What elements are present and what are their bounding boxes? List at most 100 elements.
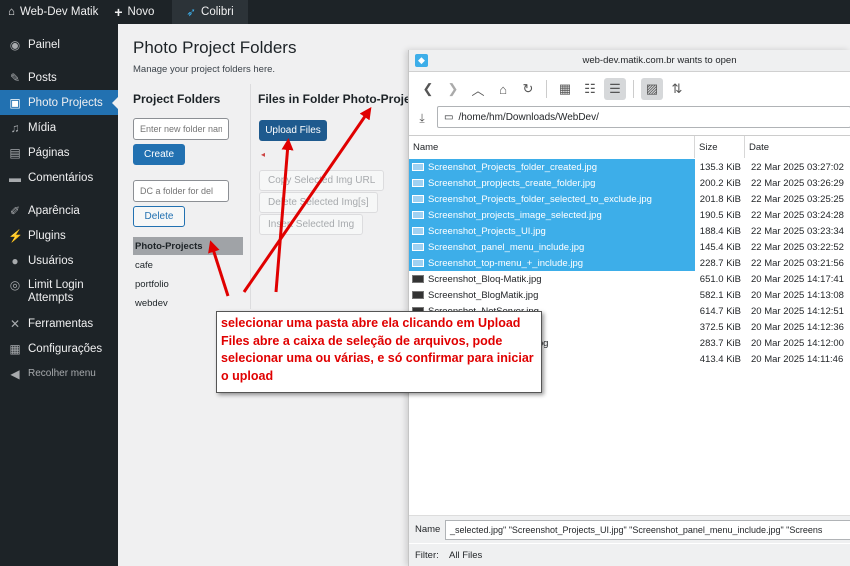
file-row[interactable]: Screenshot_Bloq-Matik.jpg 651.0 KiB 20 Mar… [409,271,850,287]
new-folder-input[interactable] [133,118,229,140]
menu-label: Comentários [28,171,94,184]
menu-painel[interactable]: ◉ Painel [0,32,118,57]
colibri-menu[interactable]: ➶ Colibri [172,0,248,24]
file-size: 413.4 KiB [699,353,741,365]
back-icon[interactable]: ❮ [417,78,439,100]
app-icon: ◆ [415,54,428,67]
menu-collapse[interactable]: ◀ Recolher menu [0,361,118,386]
filter-bar: Filter: All Files [409,544,850,566]
menu-aparencia[interactable]: ✐ Aparência [0,198,118,223]
folder-item[interactable]: webdev [133,294,243,312]
file-row[interactable]: Screenshot_Projects_UI.jpg 188.4 KiB 22 Ma… [409,223,850,239]
menu-paginas[interactable]: ▤ Páginas [0,140,118,165]
column-name-header[interactable]: Name [409,136,695,158]
project-folders-heading: Project Folders [133,92,221,106]
copy-url-button[interactable]: Copy Selected Img URL [259,170,385,191]
file-name: Screenshot_panel_menu_include.jpg [428,241,585,253]
new-menu[interactable]: + Novo [106,0,162,24]
sort-icon[interactable]: ⇅ [666,78,688,100]
plugin-icon: ⚡ [8,228,23,243]
folder-icon: ▭ [444,111,454,123]
name-bar: Name _selected.jpg" "Screenshot_Projects… [409,515,850,543]
compact-view-icon[interactable]: ☷ [579,78,601,100]
delete-selected-button[interactable]: Delete Selected Img[s] [259,192,378,213]
file-size: 372.5 KiB [699,321,741,333]
files-heading: Files in Folder Photo-Projec [258,92,408,106]
file-row[interactable]: Screenshot_top-menu_+_include.jpg 228.7 K… [409,255,850,271]
wrench-icon: ✕ [9,316,21,331]
file-size: 201.8 KiB [699,193,741,205]
file-date: 22 Mar 2025 03:26:29 [751,177,844,189]
image-file-icon [412,227,424,235]
file-name: Screenshot_top-menu_+_include.jpg [428,257,584,269]
file-name-input[interactable]: _selected.jpg" "Screenshot_Projects_UI.j… [445,519,850,540]
file-row[interactable]: Screenshot_Projects_folder_created.jpg 13… [409,159,850,175]
column-date-header[interactable]: Date [745,136,850,158]
path-input[interactable]: ▭ /home/hm/Downloads/WebDev/ [437,106,850,128]
folder-item[interactable]: cafe [133,256,243,274]
column-divider [250,84,251,309]
pin-icon: ✎ [9,70,21,85]
file-row[interactable]: Screenshot_BlogMatik.jpg 582.1 KiB 20 Mar … [409,287,850,303]
brush-icon: ✐ [9,203,21,218]
comments-icon: ▬ [9,170,21,185]
menu-posts[interactable]: ✎ Posts [0,65,118,90]
menu-midia[interactable]: ♫ Mídia [0,115,118,140]
menu-comentarios[interactable]: ▬ Comentários [0,165,118,190]
file-row[interactable]: Screenshot_propjects_create_folder.jpg 20… [409,175,850,191]
toolbar-separator [546,80,547,98]
collapse-arrow-icon[interactable]: ◂ [261,150,265,159]
collapse-icon: ◀ [10,366,20,381]
menu-ferramentas[interactable]: ✕ Ferramentas [0,311,118,336]
file-date: 22 Mar 2025 03:23:34 [751,225,844,237]
annotation-callout: selecionar uma pasta abre ela clicando e… [216,311,542,393]
name-label: Name [415,524,441,535]
file-row[interactable]: Screenshot_panel_menu_include.jpg 145.4 K… [409,239,850,255]
file-row[interactable]: Screenshot_Projects_folder_selected_to_e… [409,191,850,207]
menu-label: Usuários [28,254,74,267]
folder-item[interactable]: portfolio [133,275,243,293]
menu-label: Posts [28,71,57,84]
upload-files-button[interactable]: Upload Files [259,120,327,141]
delete-button[interactable]: Delete [133,206,185,227]
file-name-cell: Screenshot_Projects_folder_selected_to_e… [409,191,695,207]
icon-view-icon[interactable]: ▦ [554,78,576,100]
detail-view-icon[interactable]: ☰ [604,78,626,100]
file-name-cell: Screenshot_Projects_UI.jpg [409,223,695,239]
create-button[interactable]: Create [133,144,185,165]
file-name: Screenshot_projects_image_selected.jpg [428,209,602,221]
menu-plugins[interactable]: ⚡ Plugins [0,223,118,248]
menu-usuarios[interactable]: ● Usuários [0,248,118,273]
reload-icon[interactable]: ↻ [517,78,539,100]
menu-label: Recolher menu [28,368,96,379]
up-icon[interactable]: ︿ [467,78,489,100]
menu-label: Painel [28,38,60,51]
insert-selected-button[interactable]: Insert Selected Img [259,214,364,235]
menu-label: Configurações [28,342,103,355]
menu-configuracoes[interactable]: ▦ Configurações [0,336,118,361]
site-menu[interactable]: ⌂ Web-Dev Matik [0,0,106,24]
admin-bar: ⌂ Web-Dev Matik + Novo ➶ Colibri [0,0,850,24]
site-name: Web-Dev Matik [19,6,99,18]
menu-limit-login[interactable]: ◎ Limit Login Attempts [0,273,118,311]
home-icon[interactable]: ⌂ [492,78,514,100]
file-date: 22 Mar 2025 03:25:25 [751,193,844,205]
file-name-cell: Screenshot_BlogMatik.jpg [409,287,695,303]
file-date: 20 Mar 2025 14:11:46 [751,353,844,365]
preview-icon[interactable]: ▨ [641,78,663,100]
menu-label: Limit Login Attempts [28,279,84,304]
forward-icon[interactable]: ❯ [442,78,464,100]
dialog-title: web-dev.matik.com.br wants to open [582,55,737,66]
download-location-icon[interactable]: ⤓ [409,111,435,126]
image-file-icon [412,259,424,267]
file-date: 22 Mar 2025 03:27:02 [751,161,844,173]
menu-label: Photo Projects [28,96,103,109]
menu-photo-projects[interactable]: ▣ Photo Projects [0,90,118,115]
folder-item[interactable]: Photo-Projects [133,237,243,255]
file-name: Screenshot_Projects_folder_created.jpg [428,161,597,173]
file-size: 200.2 KiB [699,177,741,189]
delete-folder-input[interactable] [133,180,229,202]
file-row[interactable]: Screenshot_projects_image_selected.jpg 19… [409,207,850,223]
filter-select[interactable]: All Files [445,550,850,561]
column-size-header[interactable]: Size [695,136,745,158]
